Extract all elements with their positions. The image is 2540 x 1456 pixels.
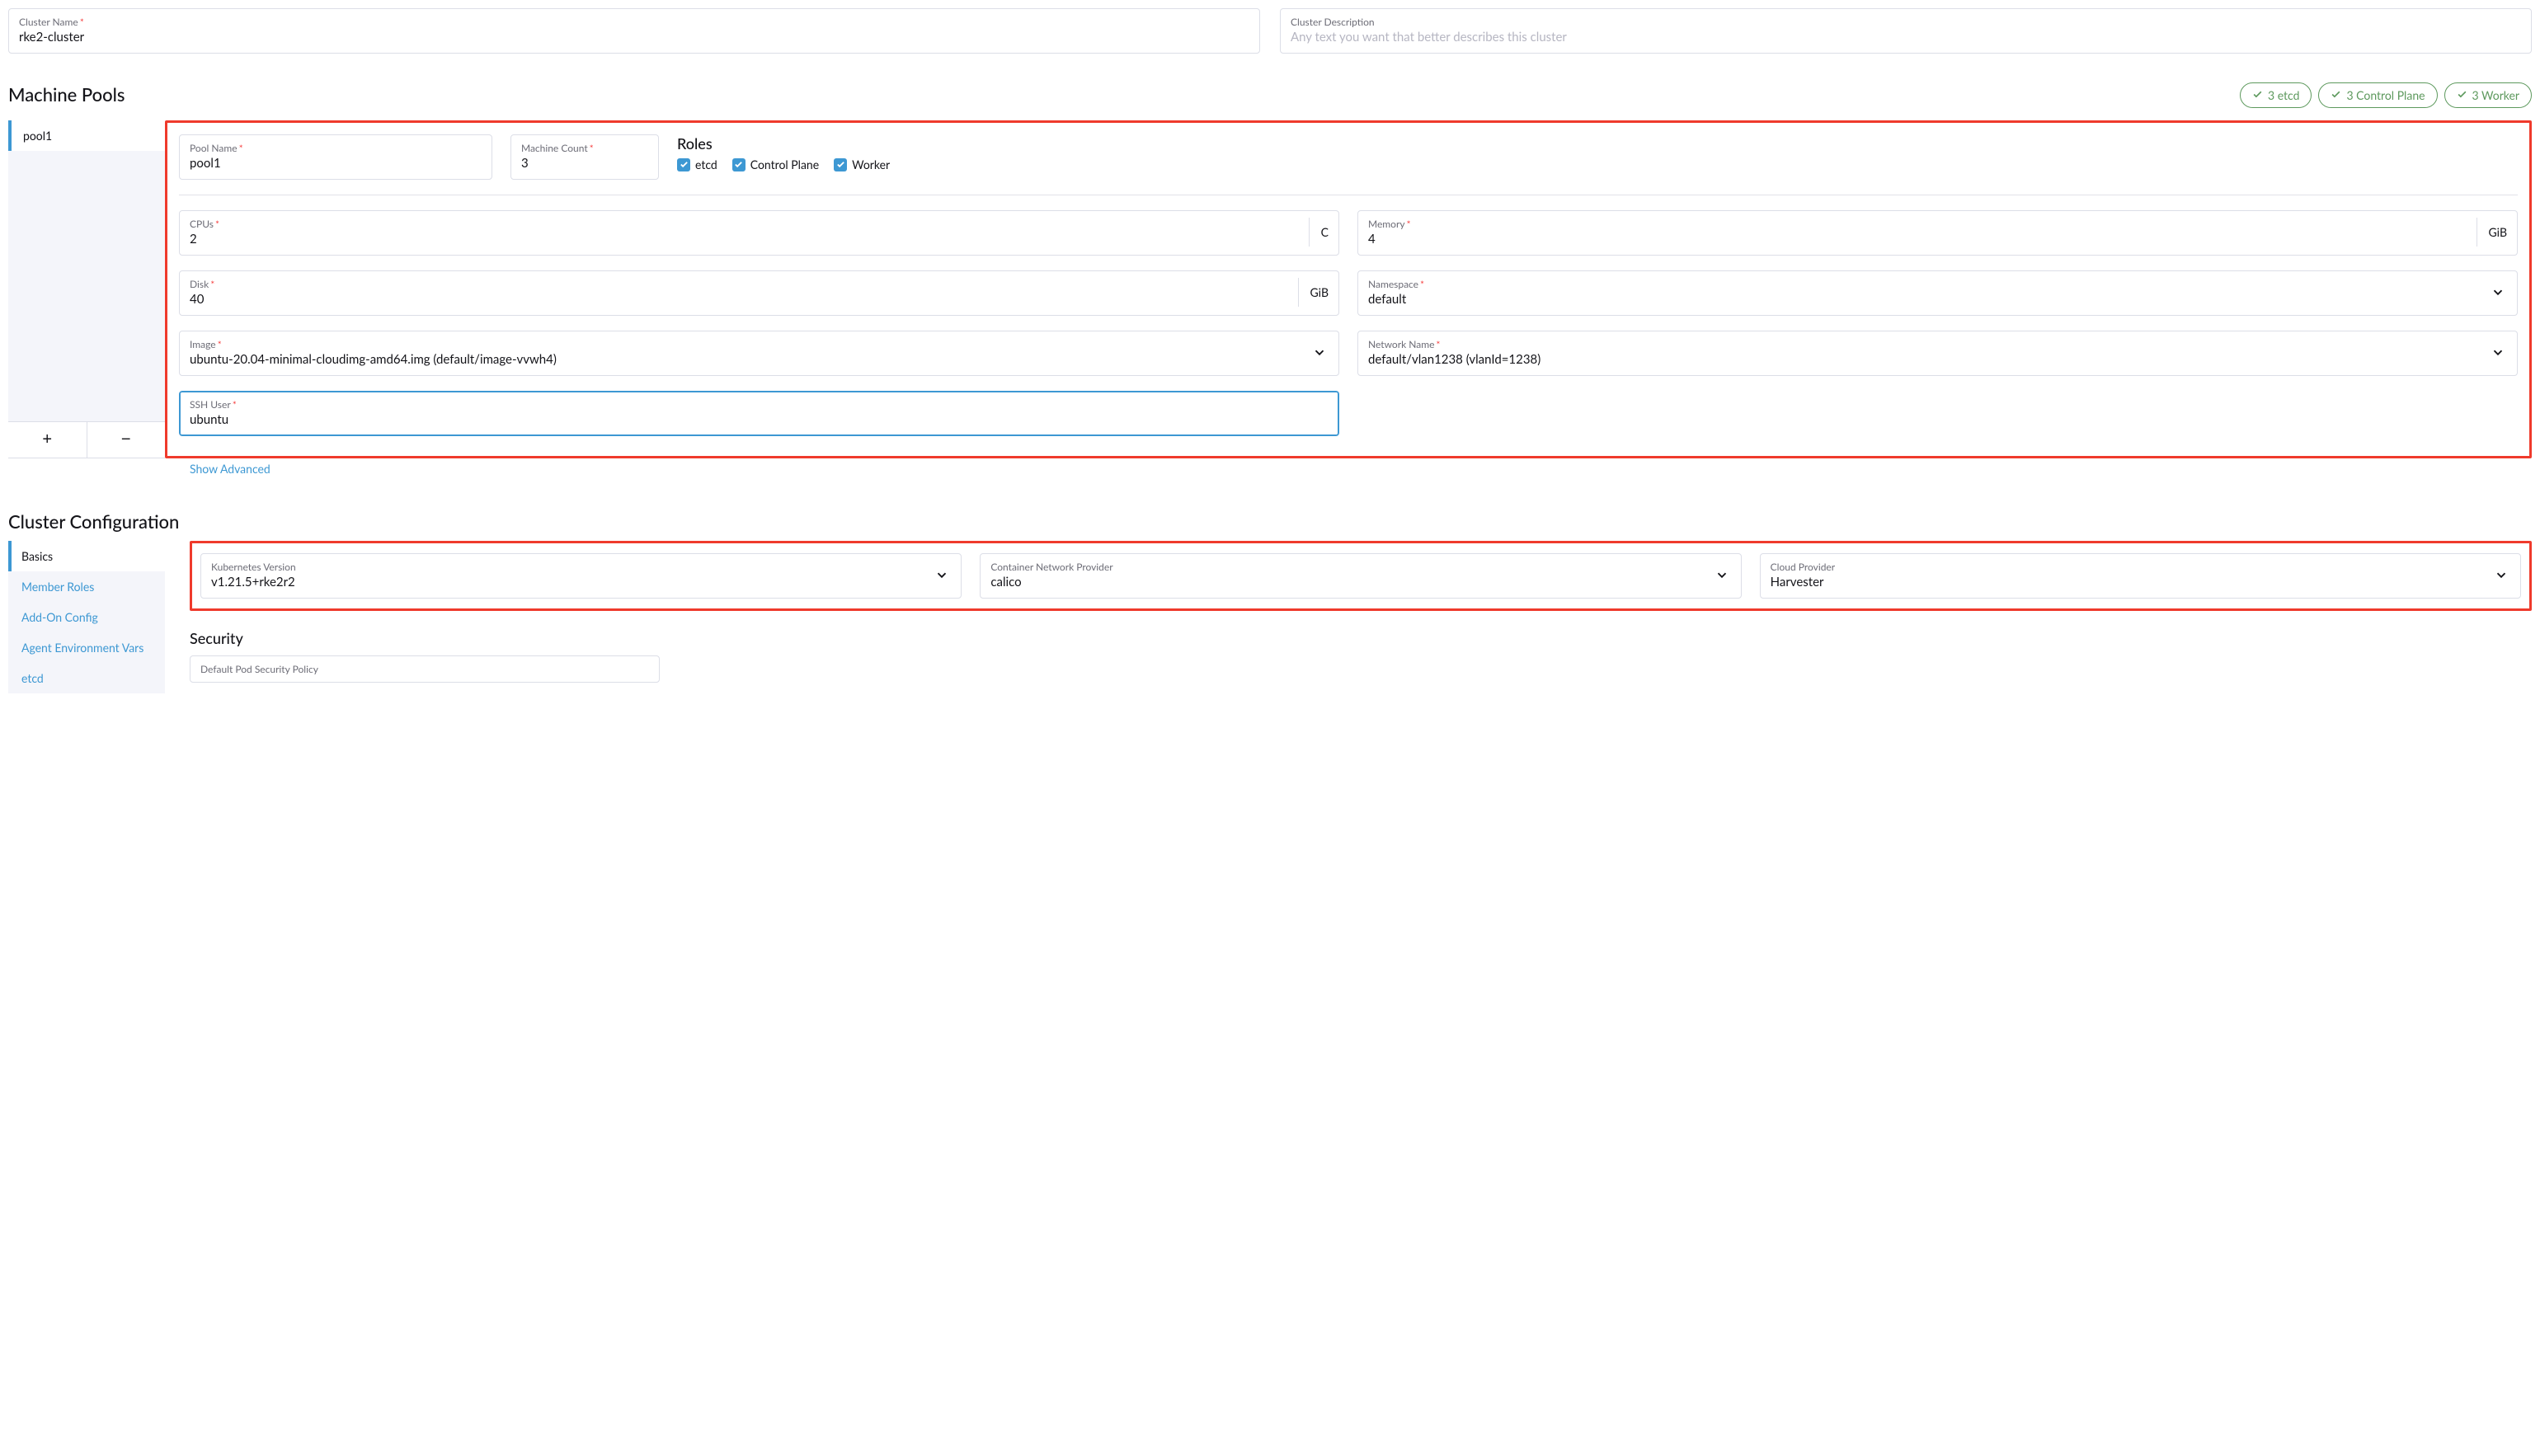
pod-security-policy-label: Default Pod Security Policy — [200, 663, 649, 675]
role-etcd-checkbox[interactable]: etcd — [677, 157, 717, 171]
badge-control-plane: 3 Control Plane — [2318, 82, 2437, 108]
badge-etcd: 3 etcd — [2240, 82, 2312, 108]
ssh-user-field[interactable]: SSH User* — [179, 391, 1339, 436]
add-pool-button[interactable]: + — [8, 422, 87, 458]
ssh-user-input[interactable] — [190, 412, 1329, 427]
machine-count-input[interactable] — [521, 156, 648, 171]
pod-security-policy-field[interactable]: Default Pod Security Policy — [190, 655, 660, 683]
tab-member-roles[interactable]: Member Roles — [8, 571, 165, 602]
disk-unit: GiB — [1298, 278, 1329, 307]
tab-add-on-config[interactable]: Add-On Config — [8, 602, 165, 632]
roles-group: Roles etcd Control Plane Worker — [677, 134, 2518, 180]
basics-row-highlight: Kubernetes Version v1.21.5+rke2r2 Contai… — [190, 541, 2532, 611]
pool-content-highlight: Pool Name* Machine Count* Roles etcd Con… — [165, 120, 2532, 458]
memory-unit: GiB — [2476, 218, 2507, 247]
cluster-name-label: Cluster Name* — [19, 16, 1249, 28]
machine-pools-heading: Machine Pools — [8, 83, 125, 106]
remove-pool-button[interactable]: − — [87, 422, 166, 458]
cluster-description-field[interactable]: Cluster Description — [1280, 8, 2532, 54]
image-field[interactable]: Image* ubuntu-20.04-minimal-cloudimg-amd… — [179, 331, 1339, 376]
checkbox-checked-icon — [834, 158, 847, 171]
cpus-input[interactable] — [190, 232, 1301, 247]
cluster-description-input[interactable] — [1291, 30, 2521, 45]
cluster-name-input[interactable] — [19, 30, 1249, 45]
cloud-provider-value: Harvester — [1771, 575, 2510, 589]
pool-tabs: pool1 + − — [8, 120, 165, 458]
security-heading: Security — [190, 629, 2532, 647]
machine-count-field[interactable]: Machine Count* — [510, 134, 659, 180]
check-icon — [2252, 88, 2263, 102]
k8s-version-field[interactable]: Kubernetes Version v1.21.5+rke2r2 — [200, 553, 962, 599]
role-control-plane-checkbox[interactable]: Control Plane — [732, 157, 819, 171]
cni-field[interactable]: Container Network Provider calico — [980, 553, 1741, 599]
cpus-unit: C — [1309, 218, 1329, 247]
network-name-value: default/vlan1238 (vlanId=1238) — [1368, 352, 2507, 367]
badge-worker: 3 Worker — [2444, 82, 2532, 108]
pool-name-field[interactable]: Pool Name* — [179, 134, 492, 180]
role-worker-checkbox[interactable]: Worker — [834, 157, 890, 171]
cloud-provider-field[interactable]: Cloud Provider Harvester — [1760, 553, 2521, 599]
check-icon — [2457, 88, 2467, 102]
checkbox-checked-icon — [732, 158, 746, 171]
network-name-field[interactable]: Network Name* default/vlan1238 (vlanId=1… — [1357, 331, 2518, 376]
memory-input[interactable] — [1368, 232, 2468, 247]
cluster-description-label: Cluster Description — [1291, 16, 2521, 28]
pool-name-input[interactable] — [190, 156, 482, 171]
check-icon — [2331, 88, 2341, 102]
show-advanced-link[interactable]: Show Advanced — [190, 462, 270, 476]
disk-input[interactable] — [190, 292, 1290, 307]
namespace-value: default — [1368, 292, 2507, 307]
image-value: ubuntu-20.04-minimal-cloudimg-amd64.img … — [190, 352, 1329, 367]
namespace-field[interactable]: Namespace* default — [1357, 270, 2518, 316]
roles-heading: Roles — [677, 134, 2518, 153]
config-tabs: Basics Member Roles Add-On Config Agent … — [8, 541, 165, 693]
k8s-version-value: v1.21.5+rke2r2 — [211, 575, 951, 589]
checkbox-checked-icon — [677, 158, 690, 171]
tab-agent-env-vars[interactable]: Agent Environment Vars — [8, 632, 165, 663]
tab-etcd[interactable]: etcd — [8, 663, 165, 693]
cluster-configuration-heading: Cluster Configuration — [8, 510, 2532, 533]
cni-value: calico — [990, 575, 1730, 589]
memory-field[interactable]: Memory* GiB — [1357, 210, 2518, 256]
cluster-name-field[interactable]: Cluster Name* — [8, 8, 1260, 54]
tab-basics[interactable]: Basics — [8, 541, 165, 571]
pool-tab-pool1[interactable]: pool1 — [8, 120, 165, 151]
cpus-field[interactable]: CPUs* C — [179, 210, 1339, 256]
disk-field[interactable]: Disk* GiB — [179, 270, 1339, 316]
